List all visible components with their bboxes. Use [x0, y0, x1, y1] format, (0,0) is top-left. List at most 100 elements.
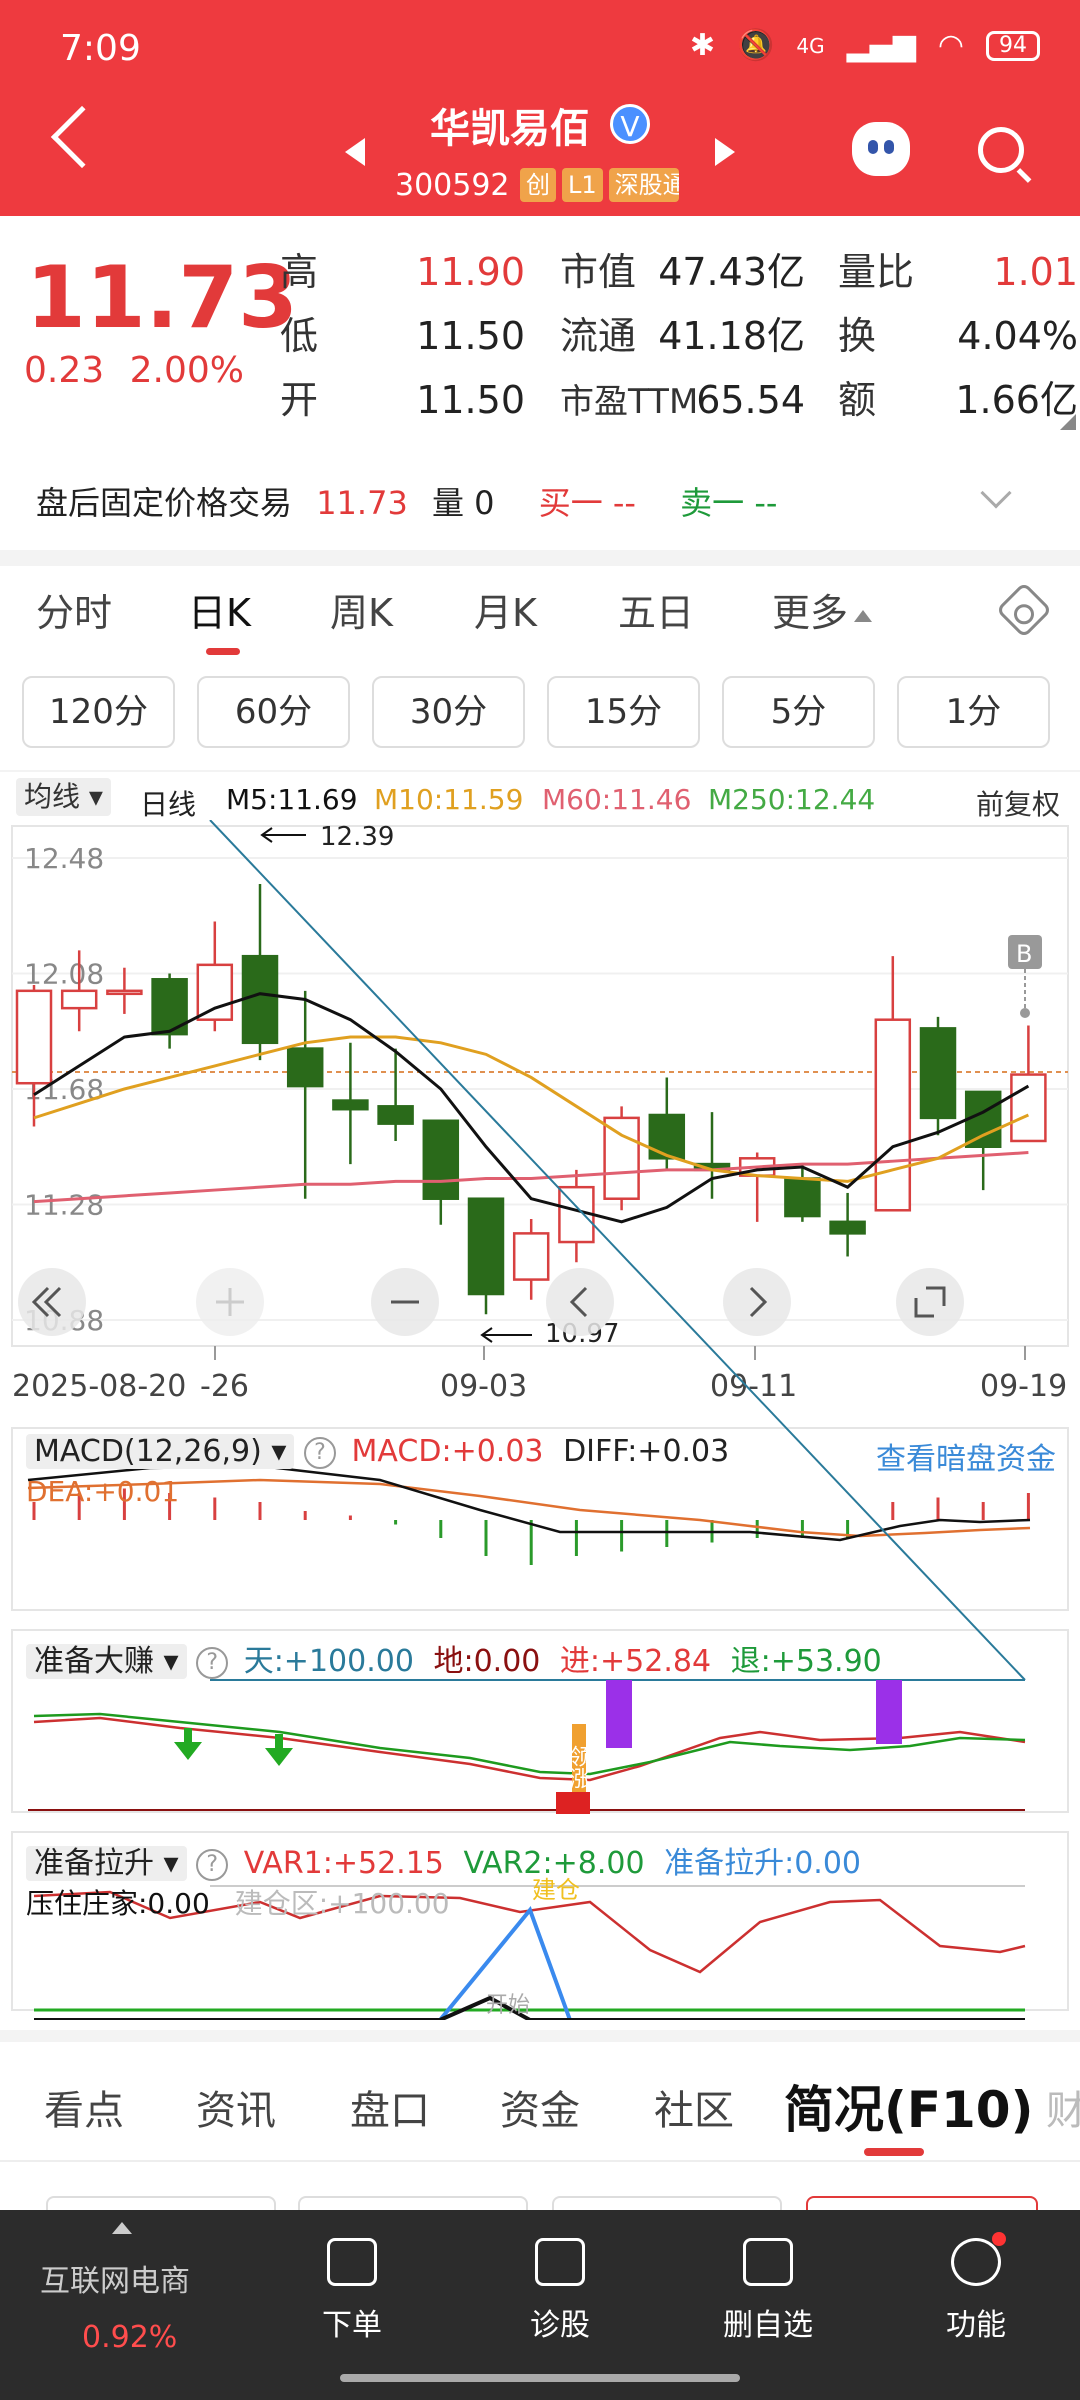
fullscreen-button[interactable] [896, 1268, 964, 1336]
order-icon [327, 2238, 377, 2286]
help-icon[interactable]: ? [196, 1646, 229, 1679]
ma-selector[interactable]: 均线 ▾ [16, 778, 111, 816]
zbdz-header: 准备大赚 ▾ ? 天:+100.00 地:0.00 进:+52.84 退:+53… [26, 1636, 882, 1680]
quote-label: 换 [838, 314, 877, 358]
remove-watchlist-icon [743, 2238, 793, 2286]
minute-120-button[interactable]: 120分 [22, 676, 175, 748]
tab-daily-k[interactable]: 日K [188, 582, 251, 637]
minute-5-button[interactable]: 5分 [722, 676, 875, 748]
dea-value: DEA:+0.01 [26, 1475, 180, 1508]
last-price: 11.73 [26, 248, 299, 348]
active-tab-indicator [864, 2148, 924, 2156]
diagnose-button[interactable]: 诊股 [500, 2238, 620, 2344]
tab-community[interactable]: 社区 [654, 2078, 734, 2136]
change-value: 0.23 [24, 350, 105, 391]
home-indicator [340, 2374, 740, 2382]
quote-value: 41.18亿 [658, 314, 805, 358]
quote-value: 11.50 [416, 378, 525, 422]
chevron-down-icon[interactable] [980, 477, 1012, 509]
rewind-button[interactable] [18, 1268, 86, 1336]
adjust-mode[interactable]: 前复权 [976, 783, 1060, 823]
stock-code: 300592 [395, 168, 510, 203]
candle-body [106, 989, 143, 996]
tab-orderbook[interactable]: 盘口 [350, 2078, 430, 2136]
active-tab-indicator [206, 648, 240, 655]
tab-f10[interactable]: 简况(F10) [784, 2070, 1033, 2142]
tab-kandian[interactable]: 看点 [44, 2078, 124, 2136]
di-value: 地:0.00 [433, 1644, 541, 1679]
next-stock-icon[interactable] [715, 138, 735, 166]
header-bar: 7:09 ✱ 🔕 4G ▂▄▆ ◠ 94 华凯易佰 V 300592 创 L1 … [0, 0, 1080, 216]
tab-funds[interactable]: 资金 [500, 2078, 580, 2136]
tab-finance[interactable]: 财 [1046, 2078, 1080, 2136]
zbls-name: 准备拉升 [34, 1846, 154, 1881]
after-hours-trade[interactable]: 盘后固定价格交易 11.73 量 0 买一 -- 卖一 -- [36, 478, 791, 524]
candle-body [964, 1090, 1002, 1149]
yzzj-value: 压住庄家:0.00 [26, 1887, 210, 1920]
candle-body [512, 1232, 550, 1281]
tab-five-day[interactable]: 五日 [618, 582, 694, 637]
purple-bar [606, 1680, 632, 1748]
tui-value: 退:+53.90 [730, 1644, 882, 1679]
x-tick-label: -26 [200, 1369, 249, 1404]
tab-more-label: 更多 [772, 591, 849, 635]
tab-intraday[interactable]: 分时 [36, 582, 112, 637]
quote-col-2: 市值 47.43亿 流通 41.18亿 市盈TTM 65.54 [560, 240, 805, 434]
quote-label: 额 [838, 378, 877, 422]
after-hours-volume: 量 0 [431, 484, 495, 522]
ai-robot-icon[interactable] [852, 122, 910, 176]
info-tabs: 看点 资讯 盘口 资金 社区 简况(F10) 财 [0, 2070, 1080, 2140]
candle-body [241, 954, 279, 1045]
scroll-left-button[interactable] [546, 1268, 614, 1336]
order-button[interactable]: 下单 [292, 2238, 412, 2344]
caret-up-icon [112, 2222, 132, 2234]
buy-marker-dot [1020, 1008, 1030, 1018]
x-tick-label: 09-03 [440, 1369, 527, 1404]
x-tick-label: 09-11 [710, 1369, 797, 1404]
tab-weekly-k[interactable]: 周K [330, 582, 393, 637]
candle-body [919, 1027, 957, 1120]
minute-buttons: 120分 60分 30分 15分 5分 1分 [22, 676, 1050, 748]
period-tabs: 分时 日K 周K 月K 五日 更多 [0, 582, 1080, 642]
candle-body [467, 1197, 505, 1296]
scroll-right-button[interactable] [723, 1268, 791, 1336]
prev-stock-icon[interactable] [345, 138, 365, 166]
remove-watchlist-button[interactable]: 删自选 [708, 2238, 828, 2344]
x-axis-labels: 2025-08-20 -26 09-03 09-11 09-19 [12, 1346, 1067, 1404]
order-label: 下单 [322, 2308, 382, 2343]
sector-name[interactable]: 互联网电商 [40, 2256, 190, 2300]
jin-value: 进:+52.84 [559, 1644, 712, 1679]
diagnose-label: 诊股 [530, 2308, 590, 2343]
help-icon[interactable]: ? [196, 1848, 229, 1881]
zbdz-selector[interactable]: 准备大赚 ▾ [26, 1644, 187, 1679]
minute-60-button[interactable]: 60分 [197, 676, 350, 748]
tab-more[interactable]: 更多 [772, 582, 873, 637]
var1-value: VAR1:+52.15 [243, 1846, 444, 1881]
tab-news[interactable]: 资讯 [196, 2078, 276, 2136]
candle-body [286, 1047, 324, 1088]
help-icon[interactable]: ? [304, 1436, 336, 1469]
expand-quote-icon[interactable] [1060, 414, 1076, 430]
minute-15-button[interactable]: 15分 [547, 676, 700, 748]
minute-30-button[interactable]: 30分 [372, 676, 525, 748]
ma-m250: M250:12.44 [708, 783, 876, 816]
dark-pool-link[interactable]: 查看暗盘资金 [876, 1434, 1056, 1478]
status-icons: ✱ 🔕 4G ▂▄▆ ◠ 94 [690, 28, 1040, 63]
jcq-value: 建仓区:+100.00 [234, 1887, 450, 1920]
function-button[interactable]: 功能 [916, 2232, 1036, 2344]
mute-icon: 🔕 [737, 28, 775, 63]
quote-label: 市盈TTM [560, 382, 699, 422]
search-icon[interactable] [978, 127, 1024, 173]
quote-label: 市值 [560, 250, 637, 294]
back-button[interactable] [50, 105, 114, 169]
macd-selector[interactable]: MACD(12,26,9) ▾ [26, 1434, 295, 1469]
signal-icon: ▂▄▆ [846, 28, 916, 63]
minute-1-button[interactable]: 1分 [897, 676, 1050, 748]
zbls-selector[interactable]: 准备拉升 ▾ [26, 1846, 187, 1881]
quote-value: 1.01 [993, 250, 1078, 294]
stock-name: 华凯易佰 [430, 106, 590, 152]
candle-body [15, 989, 53, 1085]
tab-monthly-k[interactable]: 月K [474, 582, 537, 637]
verified-icon: V [610, 104, 650, 144]
ma-m10: M10:11.59 [374, 783, 524, 816]
